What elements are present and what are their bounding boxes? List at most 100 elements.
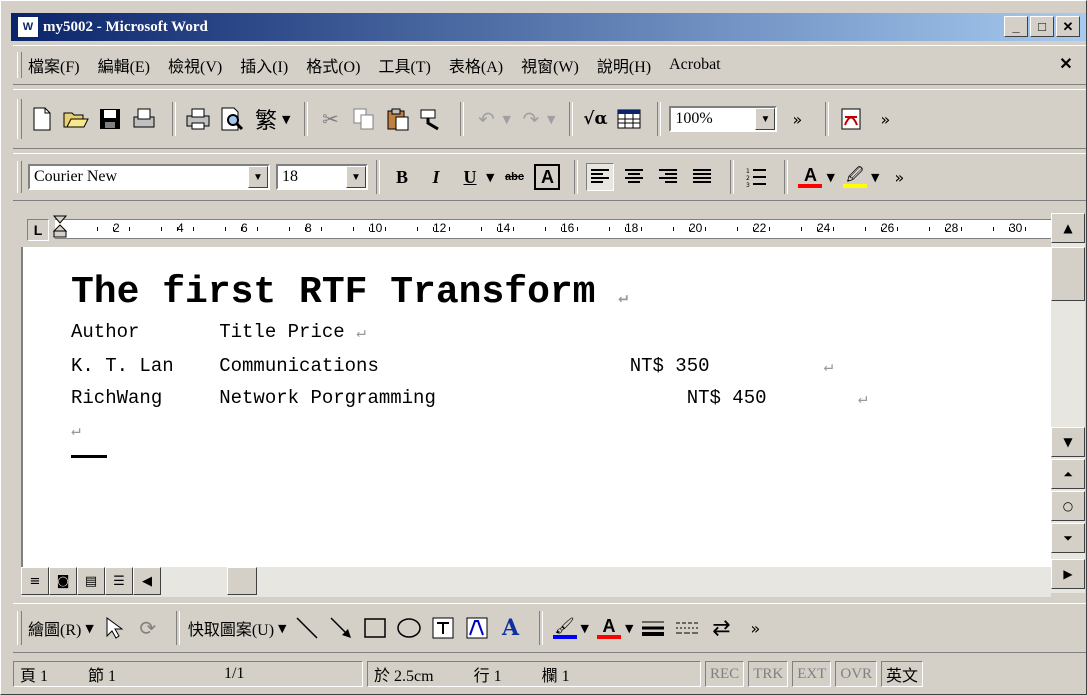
rectangle-tool-icon[interactable] (361, 614, 389, 642)
menu-view[interactable]: 檢視(V) (168, 53, 222, 77)
italic-button[interactable]: I (422, 163, 450, 191)
print-layout-view-icon[interactable]: ▤ (77, 567, 105, 595)
horizontal-scroll-thumb[interactable] (227, 567, 257, 595)
chevron-down-icon[interactable]: ▼ (278, 622, 286, 635)
traditional-chinese-icon[interactable]: 繁 (252, 105, 280, 134)
vertical-scrollbar[interactable]: ▲ ▼ ⏶ ○ ⏷ ▶ (1051, 213, 1085, 593)
toolbar-grip[interactable] (17, 611, 22, 645)
menu-grip[interactable] (17, 51, 22, 79)
bold-button[interactable]: B (388, 163, 416, 191)
normal-view-icon[interactable]: ≡ (21, 567, 49, 595)
chevron-down-icon[interactable]: ▼ (625, 622, 633, 635)
dash-style-icon[interactable] (673, 614, 701, 642)
empty-paragraph[interactable]: ↵ (71, 419, 81, 441)
outline-view-icon[interactable]: ☰ (105, 567, 133, 595)
arrow-style-icon[interactable]: ⇄ (707, 614, 735, 642)
document-page[interactable]: The first RTF Transform ↵ Author Title P… (21, 247, 1053, 567)
chevron-down-icon[interactable]: ▼ (826, 171, 834, 184)
menu-table[interactable]: 表格(A) (449, 53, 503, 77)
menu-tools[interactable]: 工具(T) (378, 53, 430, 77)
chevron-down-icon[interactable]: ▼ (486, 171, 494, 184)
chevron-down-icon[interactable]: ▼ (248, 166, 268, 188)
chevron-down-icon[interactable]: ▼ (502, 113, 510, 126)
fill-color-button[interactable]: 🖌 (551, 614, 579, 642)
toolbar-more-icon[interactable]: » (783, 105, 811, 133)
oval-tool-icon[interactable] (395, 614, 423, 642)
next-page-icon[interactable]: ⏷ (1051, 523, 1085, 553)
toolbar-more-icon[interactable]: » (741, 614, 769, 642)
chevron-down-icon[interactable]: ▼ (547, 113, 555, 126)
align-right-button[interactable] (654, 163, 682, 191)
status-trk[interactable]: TRK (748, 661, 789, 687)
zoom-select[interactable]: 100% ▼ (669, 106, 778, 132)
toolbar-grip[interactable] (17, 160, 22, 194)
select-objects-icon[interactable] (100, 614, 128, 642)
line-style-icon[interactable] (639, 614, 667, 642)
previous-page-icon[interactable]: ⏶ (1051, 459, 1085, 489)
font-color-button[interactable]: A (796, 163, 824, 191)
horizontal-ruler[interactable]: L 2 4 6 8 10 12 14 16 18 20 22 24 26 28 30 (21, 213, 1061, 243)
status-rec[interactable]: REC (705, 661, 745, 687)
status-language[interactable]: 英文 (881, 661, 924, 687)
menu-edit[interactable]: 編輯(E) (98, 53, 150, 77)
menu-insert[interactable]: 插入(I) (240, 53, 288, 77)
scroll-up-icon[interactable]: ▲ (1051, 213, 1085, 243)
character-border-button[interactable]: A (534, 164, 561, 190)
arrow-tool-icon[interactable] (327, 614, 355, 642)
word-app-icon[interactable]: W (17, 16, 39, 38)
acrobat-pdf-icon[interactable] (837, 105, 865, 133)
draw-menu-button[interactable]: 繪圖(R) (28, 616, 81, 640)
scroll-down-icon[interactable]: ▼ (1051, 427, 1085, 457)
status-position-pane[interactable]: 頁 1 節 1 1/1 (13, 661, 363, 687)
free-rotate-icon[interactable]: ⟳ (134, 614, 162, 642)
toolbar-grip[interactable] (17, 98, 22, 140)
save-disk-icon[interactable] (96, 105, 124, 133)
numbering-icon[interactable]: 123 (742, 163, 770, 191)
insert-wordart-icon[interactable]: A (497, 614, 525, 642)
menu-acrobat[interactable]: Acrobat (669, 56, 721, 74)
status-cursor-pane[interactable]: 於 2.5cm 行 1 欄 1 (367, 661, 701, 687)
indent-marker-icon[interactable] (52, 215, 68, 239)
close-document-icon[interactable]: ✕ (1056, 54, 1076, 74)
close-button[interactable]: ✕ (1056, 16, 1080, 37)
status-ovr[interactable]: OVR (835, 661, 878, 687)
wordart-icon[interactable] (463, 614, 491, 642)
drawing-font-color-button[interactable]: A (595, 614, 623, 642)
font-name-select[interactable]: Courier New ▼ (28, 164, 270, 190)
open-folder-icon[interactable] (62, 105, 90, 133)
redo-icon[interactable]: ↷ (517, 105, 545, 133)
paste-icon[interactable] (384, 105, 412, 133)
chevron-down-icon[interactable]: ▼ (282, 113, 290, 126)
underline-button[interactable]: U (456, 163, 484, 191)
insert-table-icon[interactable] (615, 105, 643, 133)
select-browse-object-icon[interactable]: ○ (1051, 491, 1085, 521)
scroll-left-icon[interactable]: ◀ (133, 567, 161, 595)
highlight-button[interactable]: 🖉 (841, 163, 869, 191)
chevron-down-icon[interactable]: ▼ (346, 166, 366, 188)
chevron-down-icon[interactable]: ▼ (755, 108, 776, 130)
cut-scissors-icon[interactable]: ✂ (316, 105, 344, 133)
justify-button[interactable] (688, 163, 716, 191)
strikethrough-button[interactable]: abc (500, 163, 528, 191)
print-icon[interactable] (184, 105, 212, 133)
horizontal-scrollbar[interactable]: ≡ ◙ ▤ ☰ ◀ (21, 567, 1051, 597)
document-line[interactable]: K. T. Lan Communications NT$ 350 ↵ (71, 355, 833, 377)
text-box-icon[interactable] (429, 614, 457, 642)
toolbar-more-icon[interactable]: » (885, 163, 913, 191)
align-center-button[interactable] (620, 163, 648, 191)
menu-file[interactable]: 檔案(F) (28, 53, 80, 77)
menu-format[interactable]: 格式(O) (306, 53, 360, 77)
menu-help[interactable]: 說明(H) (597, 53, 651, 77)
print-preview-icon[interactable] (218, 105, 246, 133)
scroll-thumb[interactable] (1051, 247, 1085, 301)
chevron-down-icon[interactable]: ▼ (581, 622, 589, 635)
title-bar[interactable]: W my5002 - Microsoft Word _ □ ✕ (11, 13, 1086, 41)
chevron-down-icon[interactable]: ▼ (85, 622, 93, 635)
print-preview-fax-icon[interactable] (130, 105, 158, 133)
toolbar-more-icon[interactable]: » (871, 105, 899, 133)
tab-stop-selector[interactable]: L (27, 219, 49, 241)
document-line[interactable]: Author Title Price ↵ (71, 321, 366, 343)
minimize-button[interactable]: _ (1004, 16, 1028, 37)
document-line[interactable]: RichWang Network Porgramming NT$ 450 ↵ (71, 387, 867, 409)
format-painter-icon[interactable] (418, 105, 446, 133)
